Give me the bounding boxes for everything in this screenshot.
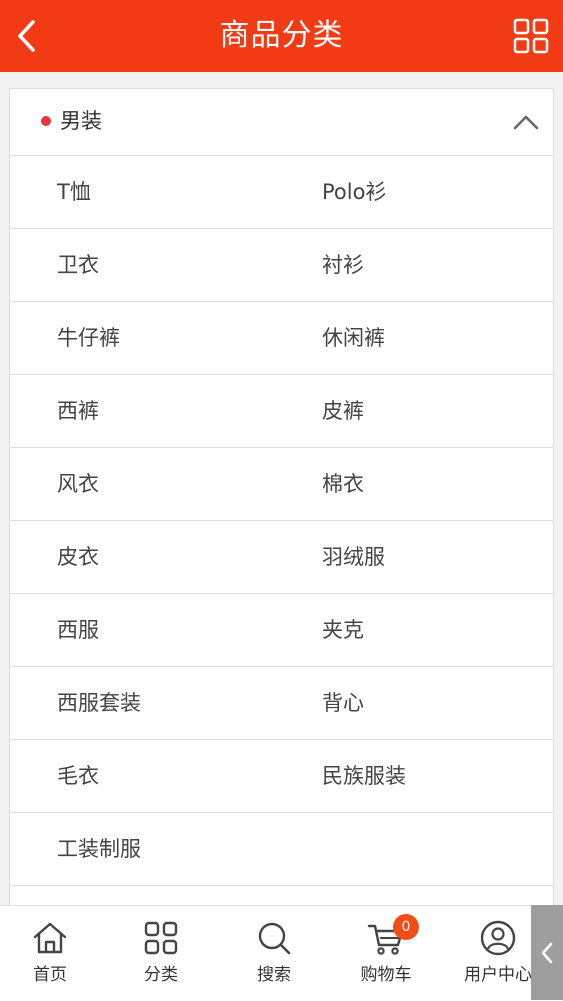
cart-count-badge: 0 xyxy=(393,914,419,940)
category-dot xyxy=(41,116,51,126)
subcategory-item[interactable]: 西裤 xyxy=(57,375,99,447)
category-row: 西服 夹克 xyxy=(10,594,553,667)
tab-home[interactable]: 首页 xyxy=(0,906,100,1001)
tab-category[interactable]: 分类 xyxy=(111,906,211,1001)
category-row: 卫衣 衬衫 xyxy=(10,229,553,302)
tab-cart[interactable]: 0 购物车 xyxy=(336,906,436,1001)
subcategory-item[interactable]: 皮衣 xyxy=(57,521,99,593)
bottom-tab-bar: 首页 分类 搜索 0 购物车 用户中心 xyxy=(0,905,563,1001)
category-row: 牛仔裤 休闲裤 xyxy=(10,302,553,375)
user-icon xyxy=(480,920,516,956)
category-row: 西裤 皮裤 xyxy=(10,375,553,448)
tab-label: 首页 xyxy=(33,965,67,985)
subcategory-item[interactable]: 背心 xyxy=(322,667,364,739)
grid-menu-button[interactable] xyxy=(509,14,553,58)
subcategory-item[interactable]: Polo衫 xyxy=(322,156,386,228)
subcategory-item[interactable]: 羽绒服 xyxy=(322,521,385,593)
category-icon xyxy=(144,921,178,955)
category-row: 工装制服 xyxy=(10,813,553,886)
subcategory-item[interactable]: T恤 xyxy=(57,156,91,228)
category-row: 皮衣 羽绒服 xyxy=(10,521,553,594)
tab-label: 分类 xyxy=(144,965,178,985)
subcategory-item[interactable]: 衬衫 xyxy=(322,229,364,301)
grid-icon xyxy=(513,18,549,54)
category-header[interactable]: 男装 xyxy=(10,89,553,156)
chevron-up-icon xyxy=(513,115,539,130)
tab-label: 搜索 xyxy=(257,965,291,985)
subcategory-item[interactable]: 西服套装 xyxy=(57,667,141,739)
search-icon xyxy=(258,922,291,955)
category-row: T恤 Polo衫 xyxy=(10,156,553,229)
category-panel: 男装 T恤 Polo衫 卫衣 衬衫 牛仔裤 休闲裤 西裤 皮裤 风衣 棉衣 皮衣… xyxy=(9,88,554,919)
tab-search[interactable]: 搜索 xyxy=(224,906,324,1001)
header-bar: 商品分类 xyxy=(0,0,563,72)
category-title: 男装 xyxy=(60,109,102,133)
page-title: 商品分类 xyxy=(219,18,344,53)
collapse-button[interactable] xyxy=(511,109,541,135)
category-row: 毛衣 民族服装 xyxy=(10,740,553,813)
subcategory-item[interactable]: 民族服装 xyxy=(322,740,406,812)
subcategory-item[interactable]: 夹克 xyxy=(322,594,364,666)
subcategory-item[interactable]: 皮裤 xyxy=(322,375,364,447)
subcategory-item[interactable]: 工装制服 xyxy=(57,813,141,885)
home-icon xyxy=(33,922,67,954)
subcategory-item[interactable]: 毛衣 xyxy=(57,740,99,812)
subcategory-item[interactable]: 牛仔裤 xyxy=(57,302,120,374)
subcategory-item[interactable]: 西服 xyxy=(57,594,99,666)
subcategory-item[interactable]: 棉衣 xyxy=(322,448,364,520)
tab-label: 购物车 xyxy=(360,965,412,985)
category-row: 风衣 棉衣 xyxy=(10,448,553,521)
subcategory-item[interactable]: 卫衣 xyxy=(57,229,99,301)
side-panel-toggle[interactable] xyxy=(531,905,563,1000)
category-row: 西服套装 背心 xyxy=(10,667,553,740)
subcategory-item[interactable]: 风衣 xyxy=(57,448,99,520)
chevron-left-icon xyxy=(541,942,553,963)
subcategory-item[interactable]: 休闲裤 xyxy=(322,302,385,374)
